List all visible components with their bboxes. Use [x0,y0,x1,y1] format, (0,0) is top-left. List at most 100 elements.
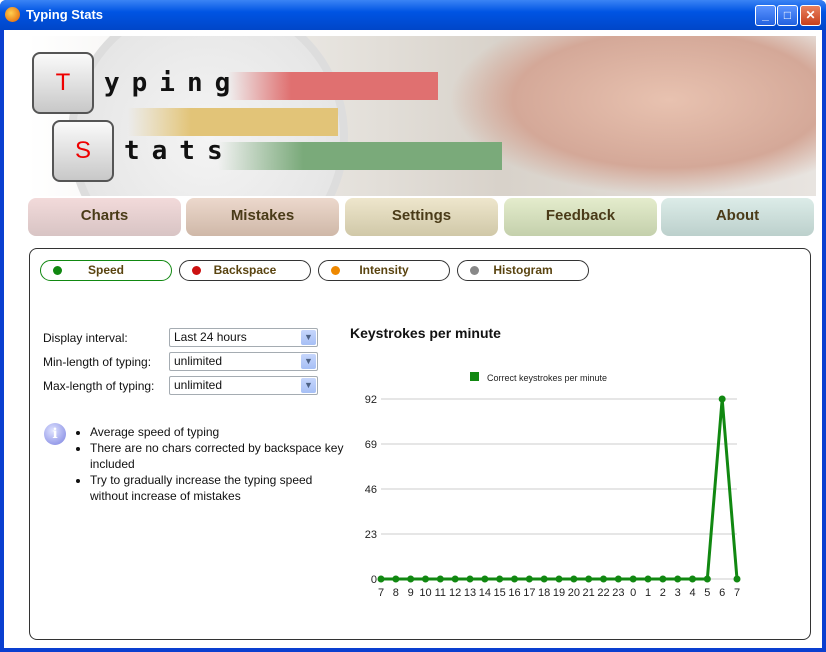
data-point [525,575,533,583]
select-value: unlimited [174,354,223,368]
logo-word-1: yping [104,68,243,98]
x-tick-label: 7 [734,587,740,599]
x-tick-label: 12 [449,587,461,599]
x-tick-label: 5 [704,587,710,599]
nav-charts[interactable]: Charts [28,198,181,236]
x-tick-label: 11 [435,587,446,599]
data-point [600,575,607,583]
y-tick-label: 92 [365,394,377,406]
select-value: unlimited [174,378,223,392]
window: Typing Stats _ □ ✕ T yping S tats Charts… [0,0,826,652]
tip-item: Try to gradually increase the typing spe… [90,472,350,504]
display-interval-select[interactable]: Last 24 hours ▼ [169,328,318,347]
max-length-label: Max-length of typing: [43,379,155,393]
x-tick-label: 20 [568,587,580,599]
x-tick-label: 7 [378,587,384,599]
tab-intensity[interactable]: Intensity [318,260,450,281]
x-tick-label: 13 [464,587,476,599]
data-point [555,575,563,583]
y-tick-label: 23 [365,529,377,541]
nav-mistakes[interactable]: Mistakes [186,198,339,236]
display-interval-label: Display interval: [43,331,128,345]
chevron-down-icon[interactable]: ▼ [301,354,316,369]
x-tick-label: 1 [645,587,651,599]
tip-item: There are no chars corrected by backspac… [90,440,350,472]
charts-panel: Speed Backspace Intensity Histogram Disp… [29,248,811,640]
hand-image [448,36,816,196]
logo-key-s: S [52,120,114,182]
data-point [407,575,415,583]
nav-about[interactable]: About [661,198,814,236]
close-button[interactable]: ✕ [800,5,821,26]
x-tick-label: 4 [689,587,695,599]
x-tick-label: 21 [583,587,595,599]
green-dot-icon [53,266,62,275]
info-icon: i [44,423,66,445]
x-tick-label: 3 [675,587,681,599]
x-tick-label: 23 [612,587,624,599]
legend-swatch [470,372,479,381]
chevron-down-icon[interactable]: ▼ [301,378,316,393]
y-tick-label: 69 [365,439,377,451]
x-tick-label: 14 [479,587,491,599]
window-title: Typing Stats [26,7,104,22]
x-tick-label: 2 [660,587,666,599]
data-point [659,575,667,583]
y-tick-label: 0 [371,574,377,586]
gray-dot-icon [470,266,479,275]
maximize-button[interactable]: □ [777,5,798,26]
logo-word-2: tats [124,136,235,166]
data-point [644,575,652,583]
data-point [392,575,400,583]
data-point [436,575,444,583]
data-point [703,575,711,583]
x-tick-label: 6 [719,587,725,599]
data-point [466,575,474,583]
nav-settings[interactable]: Settings [345,198,498,236]
tip-item: Average speed of typing [90,424,350,440]
min-length-select[interactable]: unlimited ▼ [169,352,318,371]
title-bar[interactable]: Typing Stats _ □ ✕ [0,0,826,30]
data-point [718,395,726,403]
minimize-button[interactable]: _ [755,5,776,26]
data-point [496,575,504,583]
max-length-select[interactable]: unlimited ▼ [169,376,318,395]
chart-title: Keystrokes per minute [350,325,501,341]
x-tick-label: 17 [523,587,535,599]
tab-label: Speed [87,263,124,277]
x-tick-label: 9 [408,587,414,599]
tab-label: Intensity [359,263,409,277]
x-tick-label: 19 [553,587,565,599]
data-point [377,575,385,583]
min-length-label: Min-length of typing: [43,355,152,369]
x-tick-label: 22 [597,587,609,599]
client-area: T yping S tats Charts Mistakes Settings … [4,30,822,648]
chevron-down-icon[interactable]: ▼ [301,330,316,345]
x-tick-label: 15 [494,587,506,599]
orange-dot-icon [331,266,340,275]
data-point [481,575,489,583]
tab-label: Histogram [493,263,553,277]
legend-label: Correct keystrokes per minute [487,373,607,383]
data-point [422,575,429,583]
data-point [733,575,741,583]
data-point [511,575,518,583]
header-banner: T yping S tats [28,36,816,196]
data-point [674,575,682,583]
data-point [689,575,696,583]
firefox-icon [5,7,20,22]
x-tick-label: 16 [508,587,520,599]
x-tick-label: 8 [393,587,399,599]
data-point [451,575,459,583]
data-point [585,575,593,583]
tab-backspace[interactable]: Backspace [179,260,311,281]
red-dot-icon [192,266,201,275]
x-tick-label: 0 [630,587,636,599]
tab-histogram[interactable]: Histogram [457,260,589,281]
select-value: Last 24 hours [174,330,247,344]
y-tick-label: 46 [365,484,377,496]
tab-speed[interactable]: Speed [40,260,172,281]
logo-key-t: T [32,52,94,114]
x-tick-label: 18 [538,587,550,599]
nav-feedback[interactable]: Feedback [504,198,657,236]
